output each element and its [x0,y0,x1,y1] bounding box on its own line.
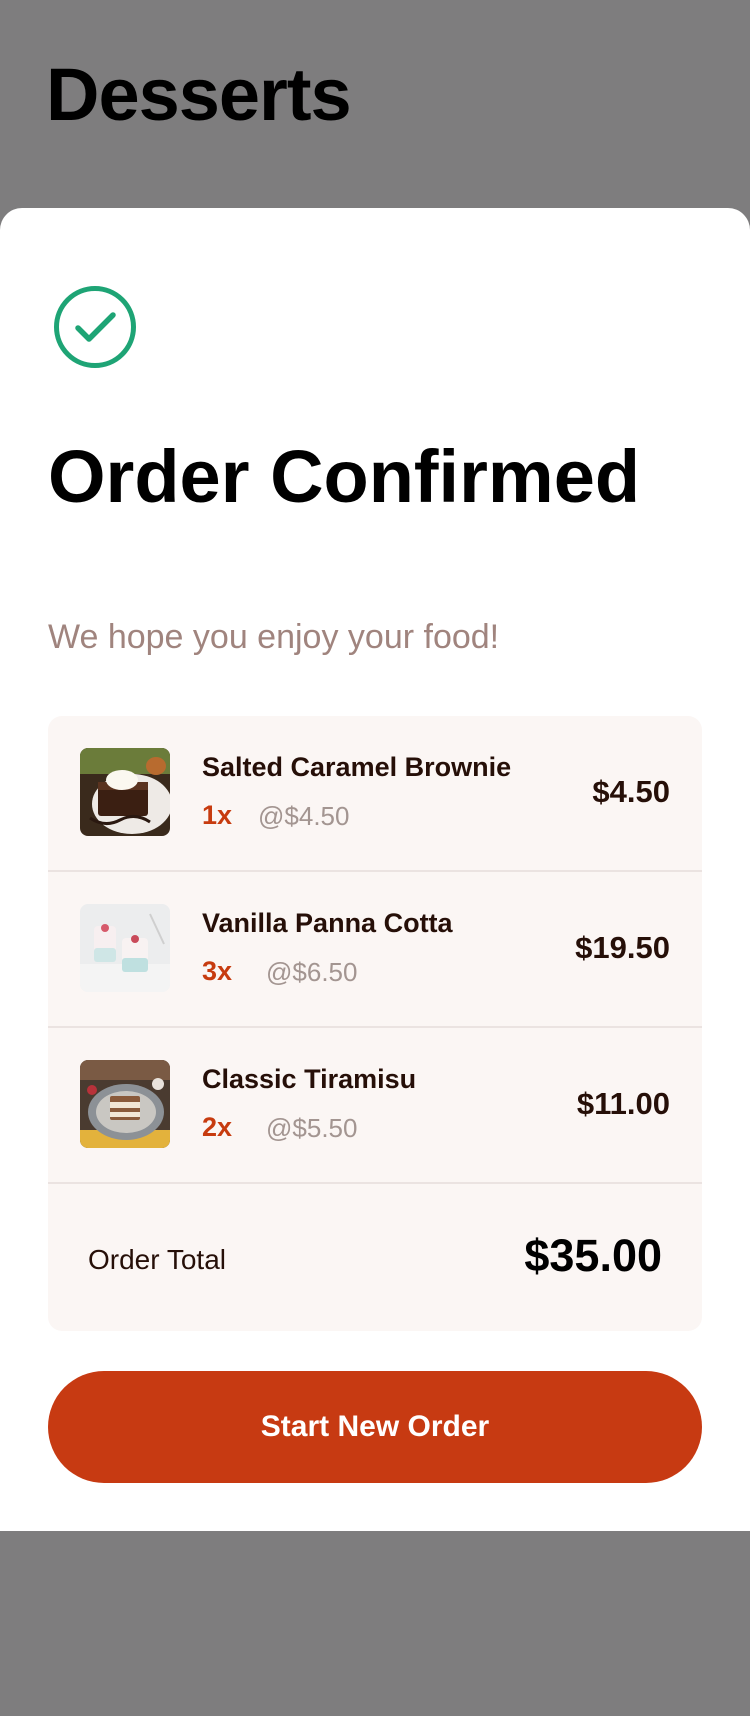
confirmation-title: Order Confirmed [48,435,641,518]
tiramisu-image [80,1060,170,1148]
panna-cotta-image [80,904,170,992]
brownie-image [80,748,170,836]
order-item: Classic Tiramisu 2x @$5.50 $11.00 [48,1028,702,1184]
item-name: Salted Caramel Brownie [202,752,512,782]
order-total-label: Order Total [88,1244,226,1275]
order-confirmation-modal: Order Confirmed We hope you enjoy your f… [0,208,750,1531]
check-circle-icon [54,286,136,368]
item-quantity: 1x [202,800,233,830]
item-quantity: 3x [202,956,233,986]
item-total: $11.00 [576,1086,670,1121]
item-name: Classic Tiramisu [202,1064,417,1094]
order-item: Vanilla Panna Cotta 3x @$6.50 $19.50 [48,872,702,1028]
confirmation-subtitle: We hope you enjoy your food! [48,618,500,656]
item-total: $19.50 [575,930,670,965]
order-total-value: $35.00 [524,1230,662,1281]
start-new-order-button[interactable]: Start New Order [48,1371,702,1483]
item-unit-price: @$5.50 [266,1113,358,1143]
item-unit-price: @$4.50 [258,801,350,831]
page-title: Desserts [46,53,352,136]
item-total: $4.50 [592,774,670,809]
order-item: Salted Caramel Brownie 1x @$4.50 $4.50 [48,716,702,872]
item-name: Vanilla Panna Cotta [202,908,453,938]
item-unit-price: @$6.50 [266,957,358,987]
item-quantity: 2x [202,1112,233,1142]
order-summary: Salted Caramel Brownie 1x @$4.50 $4.50 V… [48,716,702,1331]
